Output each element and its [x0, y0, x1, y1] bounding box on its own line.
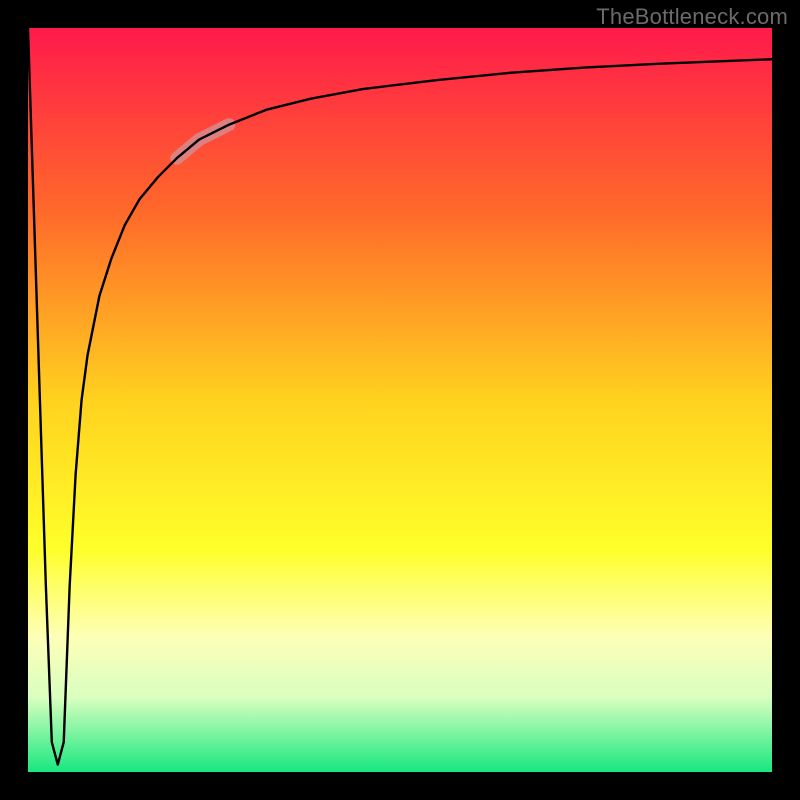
gradient-background	[28, 28, 772, 772]
chart-frame: TheBottleneck.com	[0, 0, 800, 800]
plot-area	[28, 28, 772, 772]
watermark-text: TheBottleneck.com	[596, 4, 788, 30]
chart-svg	[28, 28, 772, 772]
